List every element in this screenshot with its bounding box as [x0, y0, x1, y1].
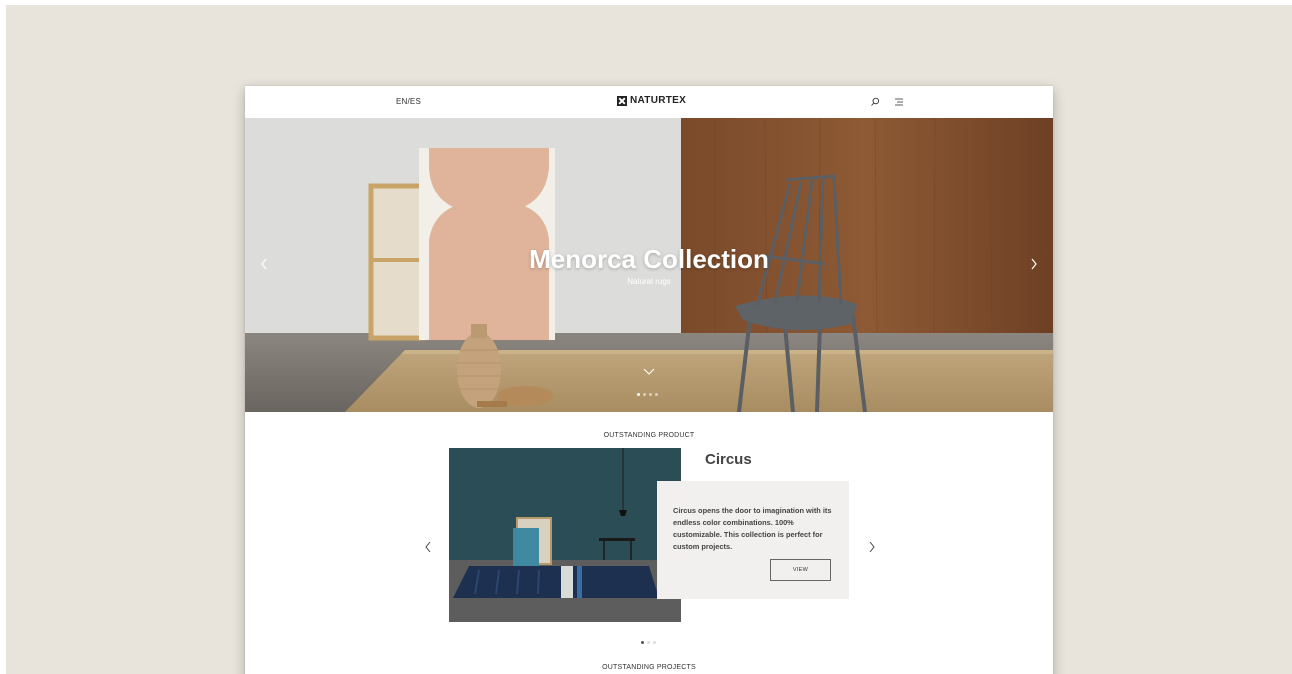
logo-text: NATURTEX: [630, 95, 687, 106]
hero-pagination: [637, 393, 658, 396]
view-button[interactable]: VIEW: [770, 559, 831, 581]
chevron-right-icon[interactable]: [1029, 256, 1039, 272]
chevron-down-icon[interactable]: [643, 368, 655, 376]
product-description: Circus opens the door to imagination wit…: [673, 506, 832, 551]
hero-dot-4[interactable]: [655, 393, 658, 396]
product-title: Circus: [705, 451, 752, 468]
product-dot-1[interactable]: [641, 641, 644, 644]
outstanding-product-heading: OUTSTANDING PRODUCT: [603, 432, 695, 439]
chevron-right-icon[interactable]: [868, 540, 876, 554]
product-pagination: [641, 641, 656, 644]
hero-dot-2[interactable]: [643, 393, 646, 396]
product-dot-3[interactable]: [653, 641, 656, 644]
hero-title: Menorca Collection: [529, 244, 769, 274]
hero-dot-3[interactable]: [649, 393, 652, 396]
site-logo[interactable]: NATURTEX: [617, 95, 686, 106]
site-header: EN/ES NATURTEX: [245, 86, 1053, 118]
search-icon[interactable]: [870, 97, 880, 107]
hero-dot-1[interactable]: [637, 393, 640, 396]
hero-slider: Menorca Collection Natural rugs: [245, 118, 1053, 412]
chevron-left-icon[interactable]: [424, 540, 432, 554]
logo-mark-icon: [617, 95, 627, 106]
website-page: EN/ES NATURTEX Menorca Collection Natura…: [245, 86, 1053, 674]
product-card: Circus opens the door to imagination wit…: [657, 481, 849, 599]
product-dot-2[interactable]: [647, 641, 650, 644]
screenshot-backdrop: EN/ES NATURTEX Menorca Collection Natura…: [6, 5, 1292, 674]
hamburger-menu-icon[interactable]: [894, 97, 904, 107]
outstanding-projects-heading: OUTSTANDING PROJECTS: [602, 664, 696, 671]
language-switcher[interactable]: EN/ES: [396, 97, 421, 106]
hero-subtitle: Natural rugs: [627, 277, 671, 286]
chevron-left-icon[interactable]: [259, 256, 269, 272]
product-image[interactable]: [449, 448, 681, 622]
